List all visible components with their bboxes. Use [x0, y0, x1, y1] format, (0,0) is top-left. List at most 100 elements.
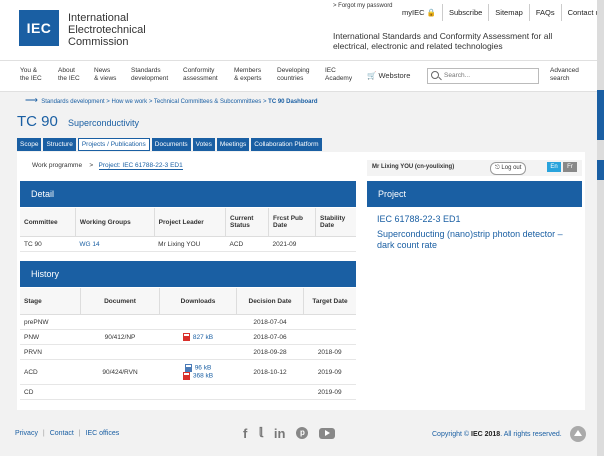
linkedin-icon[interactable]: in — [274, 426, 286, 441]
nav-you-and-iec[interactable]: You & the IEC — [20, 67, 42, 83]
twitter-icon[interactable]: 𝕝 — [258, 425, 263, 441]
topnav-sitemap[interactable]: Sitemap — [488, 4, 529, 21]
youtube-icon[interactable] — [319, 427, 336, 439]
pdf-icon — [182, 333, 190, 341]
working-group-link[interactable]: WG 14 — [75, 236, 155, 252]
logout-label: Log out — [501, 165, 522, 171]
col-header: Stage — [20, 288, 81, 315]
sub-breadcrumb: Work programme > Project: IEC 61788-22-3… — [32, 162, 183, 170]
nav-standards[interactable]: Standards development — [131, 67, 168, 83]
breadcrumb-sep: > — [148, 99, 153, 105]
page-subtitle: Superconductivity — [68, 118, 140, 128]
cell-leader: Mr Lixing YOU — [154, 236, 226, 252]
download-link[interactable]: 96 kB — [164, 364, 233, 372]
download-link[interactable]: 827 kB — [182, 333, 213, 341]
page: IEC International Electrotechnical Commi… — [0, 0, 603, 456]
breadcrumb-item[interactable]: How we work — [111, 99, 147, 105]
project-link[interactable]: Project: IEC 61788-22-3 ED1 — [98, 162, 183, 170]
nav-developing[interactable]: Developing countries — [277, 67, 310, 83]
history-header: History — [20, 261, 356, 287]
tab-documents[interactable]: Documents — [151, 138, 191, 151]
footer-link-offices[interactable]: IEC offices — [86, 430, 120, 437]
tab-meetings[interactable]: Meetings — [216, 138, 250, 151]
breadcrumb-sep: > — [106, 99, 110, 105]
social-links: f 𝕝 in p — [243, 425, 346, 441]
cell-downloads: 827 kB — [159, 329, 237, 345]
lang-fr-button[interactable]: Fr — [563, 162, 577, 172]
nav-academy[interactable]: IEC Academy — [325, 67, 352, 83]
cell-document — [80, 384, 160, 400]
history-table: Stage Document Downloads Decision Date T… — [20, 288, 356, 400]
cell-decision: 2018-07-04 — [236, 314, 304, 330]
work-programme-link[interactable]: Work programme — [32, 162, 82, 169]
tagline: International Standards and Conformity A… — [333, 31, 553, 51]
col-header: Project Leader — [154, 208, 227, 237]
col-header: Stability Date — [315, 208, 356, 237]
tab-projects[interactable]: Projects / Publications — [77, 138, 150, 151]
webstore-link[interactable]: 🛒 Webstore — [367, 71, 410, 80]
cell-stage: prePNW — [20, 314, 81, 330]
download-link[interactable]: 368 kB — [164, 372, 233, 380]
footer-link-privacy[interactable]: Privacy — [15, 430, 38, 437]
org-line-3: Commission — [68, 36, 129, 48]
side-tab[interactable] — [597, 160, 604, 180]
breadcrumb: ⟶ Standards development > How we work > … — [25, 95, 318, 106]
iec-logo[interactable]: IEC — [19, 10, 59, 46]
table-row: TC 90 WG 14 Mr Lixing YOU ACD 2021-09 — [20, 236, 356, 252]
topnav-myiec-label: myIEC — [402, 8, 425, 17]
table-row: prePNW 2018-07-04 — [20, 314, 356, 330]
search-box — [427, 68, 539, 84]
col-header: Document — [80, 288, 160, 315]
side-tab[interactable] — [597, 90, 604, 140]
footer-sep: | — [78, 430, 81, 437]
topnav-subscribe[interactable]: Subscribe — [441, 4, 488, 21]
cell-status: ACD — [225, 236, 269, 252]
col-header: Target Date — [303, 288, 356, 315]
cell-document — [80, 314, 160, 330]
breadcrumb-item[interactable]: Standards development — [41, 99, 104, 105]
document-icon — [184, 364, 192, 372]
nav-news[interactable]: News & views — [94, 67, 116, 83]
nav-about[interactable]: About the IEC — [58, 67, 80, 83]
cell-target — [303, 314, 356, 330]
copyright: Copyright © IEC 2018. All rights reserve… — [432, 431, 562, 438]
cell-stage: CD — [20, 384, 81, 400]
cell-pub-date: 2021-09 — [268, 236, 316, 252]
cell-decision: 2018-09-28 — [236, 344, 304, 360]
search-icon[interactable] — [431, 71, 439, 79]
org-line-1: International — [68, 12, 129, 24]
facebook-icon[interactable]: f — [243, 426, 247, 441]
cell-downloads — [159, 384, 237, 400]
breadcrumb-current: TC 90 Dashboard — [268, 99, 318, 105]
nav-conformity[interactable]: Conformity assessment — [183, 67, 218, 83]
cell-target: 2018-09 — [303, 344, 356, 360]
footer-sep: | — [42, 430, 45, 437]
col-header: Current Status — [225, 208, 269, 237]
table-row: PNW 90/412/NP 827 kB 2018-07-06 — [20, 329, 356, 345]
back-to-top-icon[interactable] — [570, 426, 586, 442]
breadcrumb-sep: > — [262, 99, 267, 105]
project-description: Superconducting (nano)strip photon detec… — [377, 229, 563, 250]
advanced-search-link[interactable]: Advanced search — [550, 67, 579, 83]
footer-link-contact[interactable]: Contact — [50, 430, 74, 437]
detail-header: Detail — [20, 181, 356, 207]
tab-votes[interactable]: Votes — [192, 138, 215, 151]
forgot-password-link[interactable]: > Forgot my password — [333, 3, 393, 9]
sub-breadcrumb-sep: > — [89, 162, 94, 169]
cell-downloads: 96 kB 368 kB — [159, 359, 237, 385]
lang-en-button[interactable]: En — [547, 162, 561, 172]
cell-stage: PNW — [20, 329, 81, 345]
cell-decision — [236, 384, 304, 400]
breadcrumb-item[interactable]: Technical Committees & Subcommittees — [154, 99, 261, 105]
project-id: IEC 61788-22-3 ED1 — [377, 214, 461, 224]
tab-collaboration[interactable]: Collaboration Platform — [251, 138, 322, 151]
tab-scope[interactable]: Scope — [17, 138, 42, 151]
tab-structure[interactable]: Structure — [43, 138, 76, 151]
topnav-faqs[interactable]: FAQs — [528, 4, 561, 21]
pinterest-icon[interactable]: p — [296, 427, 309, 439]
logout-button[interactable]: ⎋ Log out — [490, 162, 527, 175]
logout-icon: ⎋ — [495, 165, 500, 171]
search-input[interactable] — [444, 71, 532, 80]
nav-members[interactable]: Members & experts — [234, 67, 261, 83]
topnav-myiec[interactable]: myIEC 🔒 — [396, 4, 442, 21]
